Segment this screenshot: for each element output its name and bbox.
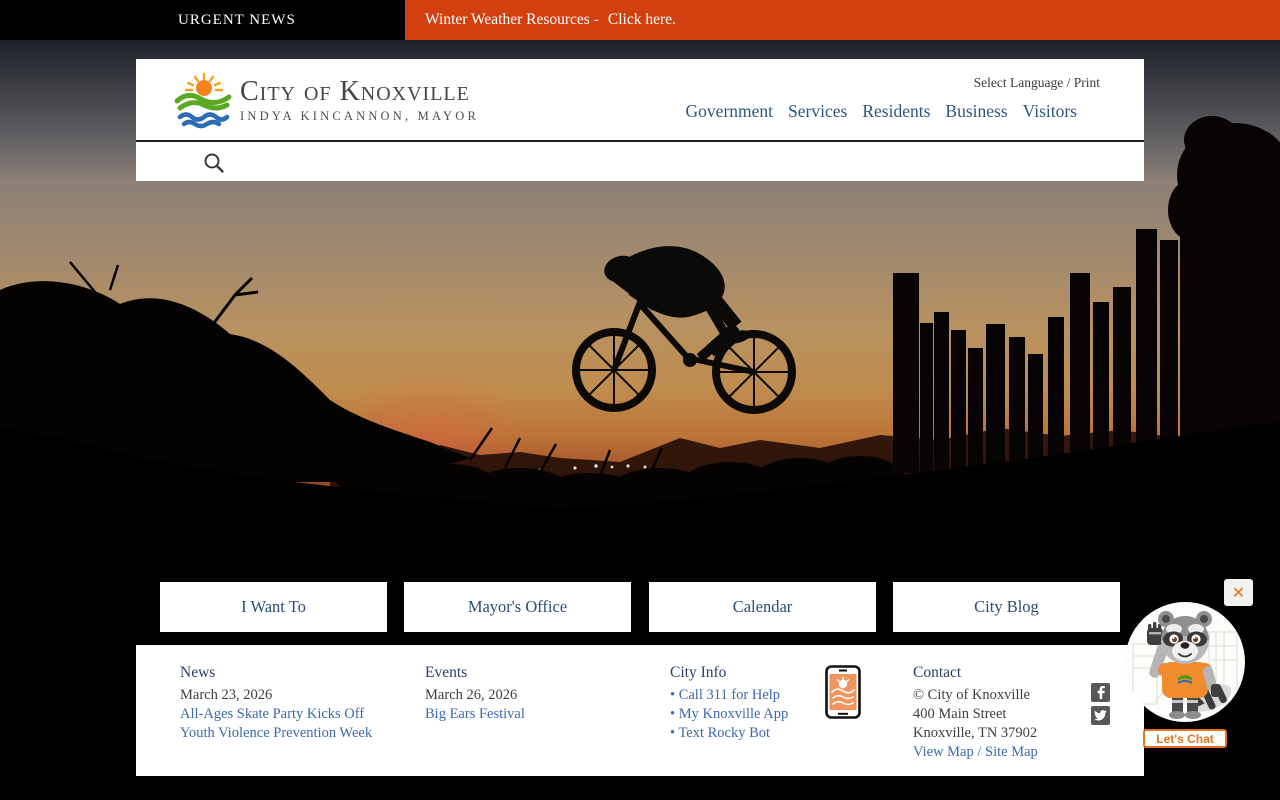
search-bar[interactable] <box>136 140 1144 181</box>
utility-links: Select Language / Print <box>974 75 1100 91</box>
facebook-icon[interactable] <box>1091 683 1110 702</box>
nav-residents[interactable]: Residents <box>862 101 930 122</box>
news-heading: News <box>180 663 380 682</box>
utility-separator: / <box>1063 75 1074 90</box>
event-link[interactable]: Big Ears Festival <box>425 705 625 724</box>
news-date: March 23, 2026 <box>180 686 380 705</box>
twitter-icon[interactable] <box>1091 706 1110 725</box>
text-rocky-bot-link[interactable]: Text Rocky Bot <box>670 724 830 743</box>
social-icons <box>1091 683 1110 725</box>
select-language-link[interactable]: Select Language <box>974 75 1064 90</box>
alert-bar: URGENT NEWS Winter Weather Resources - C… <box>0 0 1280 40</box>
alert-message: Winter Weather Resources - <box>425 11 599 29</box>
city-blog-button[interactable]: City Blog <box>893 582 1120 632</box>
raccoon-mascot-icon <box>1125 602 1245 722</box>
address-line-2: Knoxville, TN 37902 <box>913 724 1093 743</box>
site-map-link[interactable]: Site Map <box>985 744 1038 760</box>
city-logo[interactable]: City of Knoxville Indya Kincannon, Mayor <box>174 73 479 129</box>
footer-contact-column: Contact © City of Knoxville 400 Main Str… <box>913 663 1093 762</box>
footer-city-info-column: City Info Call 311 for Help My Knoxville… <box>670 663 830 743</box>
site-footer: News March 23, 2026 All-Ages Skate Party… <box>136 645 1144 776</box>
city-info-heading: City Info <box>670 663 830 682</box>
print-link[interactable]: Print <box>1074 75 1100 90</box>
logo-subtitle: Indya Kincannon, Mayor <box>240 109 479 124</box>
mobile-app-phone-icon[interactable] <box>825 665 861 719</box>
urgent-news-label-area: URGENT NEWS <box>0 0 405 40</box>
map-links: View Map / Site Map <box>913 743 1093 762</box>
copyright-line: © City of Knoxville <box>913 686 1093 705</box>
calendar-button[interactable]: Calendar <box>649 582 876 632</box>
contact-heading: Contact <box>913 663 1093 682</box>
lets-chat-button[interactable]: Let's Chat <box>1143 729 1227 748</box>
chat-close-button[interactable]: ✕ <box>1224 579 1253 606</box>
i-want-to-button[interactable]: I Want To <box>160 582 387 632</box>
nav-visitors[interactable]: Visitors <box>1023 101 1077 122</box>
chatbot-raccoon-avatar[interactable] <box>1125 602 1245 722</box>
mayors-office-button[interactable]: Mayor's Office <box>404 582 631 632</box>
nav-business[interactable]: Business <box>945 101 1007 122</box>
logo-text: City of Knoxville Indya Kincannon, Mayor <box>240 78 479 124</box>
alert-message-area: Winter Weather Resources - Click here. <box>405 0 1280 40</box>
page: URGENT NEWS Winter Weather Resources - C… <box>0 0 1280 800</box>
my-knoxville-app-link[interactable]: My Knoxville App <box>670 705 830 724</box>
event-date: March 26, 2026 <box>425 686 625 705</box>
logo-title: City of Knoxville <box>240 78 479 106</box>
nav-services[interactable]: Services <box>788 101 847 122</box>
call-311-link[interactable]: Call 311 for Help <box>670 686 830 705</box>
footer-news-column: News March 23, 2026 All-Ages Skate Party… <box>180 663 380 743</box>
footer-events-column: Events March 26, 2026 Big Ears Festival <box>425 663 625 724</box>
main-navigation: Government Services Residents Business V… <box>686 101 1077 122</box>
view-map-link[interactable]: View Map <box>913 744 974 760</box>
knoxville-logo-icon <box>174 73 232 129</box>
alert-click-here-link[interactable]: Click here. <box>608 11 676 29</box>
news-article-link[interactable]: All-Ages Skate Party Kicks Off Youth Vio… <box>180 705 380 743</box>
search-icon[interactable] <box>203 152 225 174</box>
site-header: City of Knoxville Indya Kincannon, Mayor… <box>136 59 1144 181</box>
nav-government[interactable]: Government <box>686 101 773 122</box>
events-heading: Events <box>425 663 625 682</box>
mountain-biker-silhouette <box>576 246 792 410</box>
address-line-1: 400 Main Street <box>913 705 1093 724</box>
map-links-separator: / <box>974 744 985 760</box>
urgent-news-label: URGENT NEWS <box>178 12 296 29</box>
